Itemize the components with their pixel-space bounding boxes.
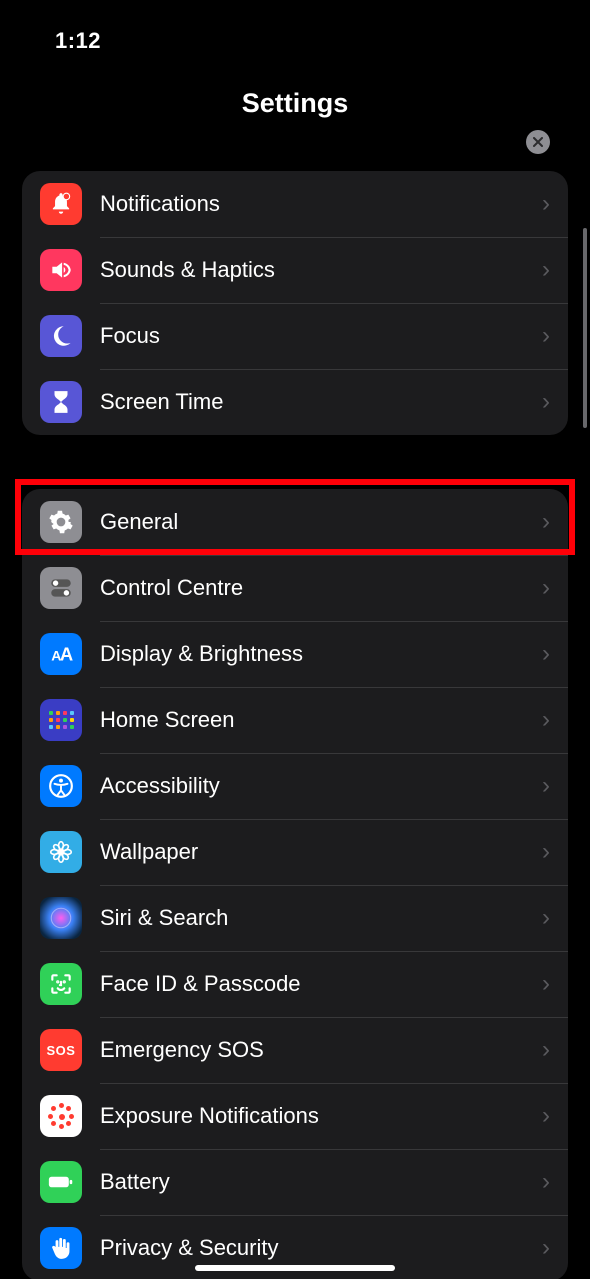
chevron-right-icon: › [542, 508, 550, 536]
row-label: Screen Time [100, 389, 542, 415]
row-label: Home Screen [100, 707, 542, 733]
row-home-screen[interactable]: Home Screen › [22, 687, 568, 753]
chevron-right-icon: › [542, 640, 550, 668]
row-label: Battery [100, 1169, 542, 1195]
row-emergency-sos[interactable]: SOS Emergency SOS › [22, 1017, 568, 1083]
status-icons [534, 32, 550, 50]
row-label: Control Centre [100, 575, 542, 601]
bell-icon [40, 183, 82, 225]
exposure-icon [40, 1095, 82, 1137]
close-button[interactable] [526, 130, 550, 154]
row-label: Wallpaper [100, 839, 542, 865]
row-face-id-passcode[interactable]: Face ID & Passcode › [22, 951, 568, 1017]
row-siri-search[interactable]: Siri & Search › [22, 885, 568, 951]
row-label: Sounds & Haptics [100, 257, 542, 283]
chevron-right-icon: › [542, 388, 550, 416]
toggles-icon [40, 567, 82, 609]
row-battery[interactable]: Battery › [22, 1149, 568, 1215]
row-control-centre[interactable]: Control Centre › [22, 555, 568, 621]
page-title: Settings [0, 88, 590, 119]
chevron-right-icon: › [542, 1168, 550, 1196]
moon-icon [40, 315, 82, 357]
sos-icon: SOS [40, 1029, 82, 1071]
chevron-right-icon: › [542, 772, 550, 800]
face-id-icon [40, 963, 82, 1005]
row-label: Emergency SOS [100, 1037, 542, 1063]
row-label: Notifications [100, 191, 542, 217]
phone-frame: 1:12 Settings Notifications [0, 0, 590, 1279]
row-general[interactable]: General › [22, 489, 568, 555]
accessibility-icon [40, 765, 82, 807]
chevron-right-icon: › [542, 706, 550, 734]
gear-icon [40, 501, 82, 543]
chevron-right-icon: › [542, 256, 550, 284]
row-label: Privacy & Security [100, 1235, 542, 1261]
hourglass-icon [40, 381, 82, 423]
row-wallpaper[interactable]: Wallpaper › [22, 819, 568, 885]
app-grid-icon [40, 699, 82, 741]
flower-icon [40, 831, 82, 873]
siri-icon [40, 897, 82, 939]
chevron-right-icon: › [542, 1234, 550, 1262]
row-exposure-notifications[interactable]: Exposure Notifications › [22, 1083, 568, 1149]
settings-groups: Notifications › Sounds & Haptics › Focus… [0, 171, 590, 1279]
status-time: 1:12 [55, 28, 101, 54]
battery-full-icon [40, 1161, 82, 1203]
hand-icon [40, 1227, 82, 1269]
status-bar: 1:12 [0, 0, 590, 60]
row-screen-time[interactable]: Screen Time › [22, 369, 568, 435]
chevron-right-icon: › [542, 970, 550, 998]
row-label: Exposure Notifications [100, 1103, 542, 1129]
chevron-right-icon: › [542, 1036, 550, 1064]
chevron-right-icon: › [542, 1102, 550, 1130]
row-accessibility[interactable]: Accessibility › [22, 753, 568, 819]
row-label: Focus [100, 323, 542, 349]
chevron-right-icon: › [542, 574, 550, 602]
scroll-indicator[interactable] [583, 228, 587, 428]
chevron-right-icon: › [542, 190, 550, 218]
svg-text:A: A [60, 644, 73, 665]
speaker-icon [40, 249, 82, 291]
row-label: Display & Brightness [100, 641, 542, 667]
text-size-icon: AA [40, 633, 82, 675]
row-notifications[interactable]: Notifications › [22, 171, 568, 237]
settings-group-1: Notifications › Sounds & Haptics › Focus… [22, 171, 568, 435]
row-label: General [100, 509, 542, 535]
row-label: Accessibility [100, 773, 542, 799]
chevron-right-icon: › [542, 904, 550, 932]
home-indicator[interactable] [195, 1265, 395, 1271]
row-label: Face ID & Passcode [100, 971, 542, 997]
row-sounds-haptics[interactable]: Sounds & Haptics › [22, 237, 568, 303]
settings-group-2: General › Control Centre › AA Display & … [22, 489, 568, 1279]
row-focus[interactable]: Focus › [22, 303, 568, 369]
chevron-right-icon: › [542, 322, 550, 350]
chevron-right-icon: › [542, 838, 550, 866]
row-display-brightness[interactable]: AA Display & Brightness › [22, 621, 568, 687]
row-label: Siri & Search [100, 905, 542, 931]
